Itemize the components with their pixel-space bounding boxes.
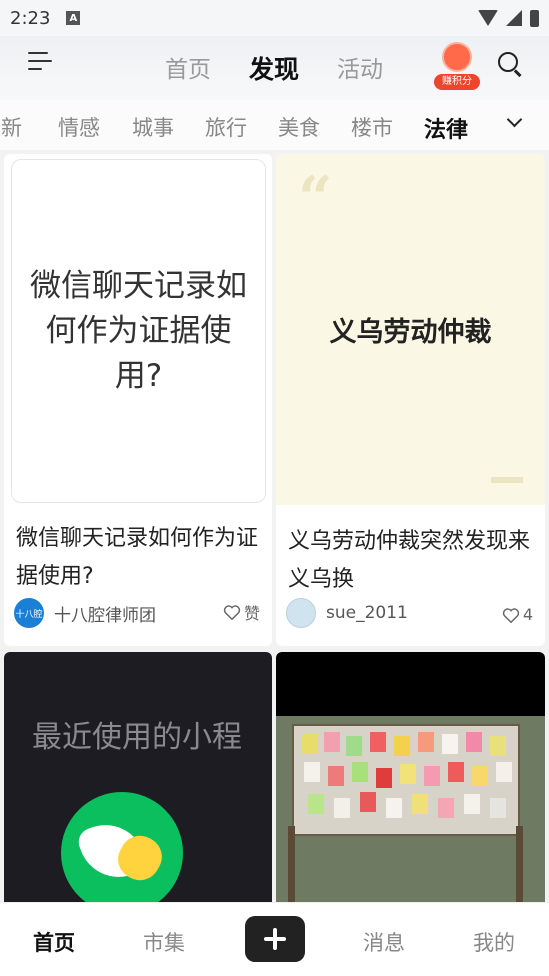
earn-points-button[interactable]: 赚积分 (434, 42, 480, 90)
tab-home[interactable]: 首页 (165, 50, 211, 84)
author-name: 十八腔律师团 (54, 605, 156, 626)
card-title: 义乌劳动仲裁突然发现来义乌换 (288, 529, 531, 592)
earn-points-label: 赚积分 (434, 74, 480, 90)
create-post-button[interactable] (245, 916, 305, 962)
cover-text: 义乌劳动仲裁 (329, 317, 492, 348)
feed-card[interactable]: 微信聊天记录如何作为证据使用? 微信聊天记录如何作为证据使用? 十八腔 十八腔律… (4, 154, 272, 646)
card-cover: “ 义乌劳动仲裁 (276, 154, 545, 505)
author-name: sue_2011 (326, 603, 408, 623)
nav-home[interactable]: 首页 (33, 927, 75, 957)
tab-activity[interactable]: 活动 (337, 50, 383, 84)
like-count: 赞 (243, 604, 260, 623)
top-nav: 首页 发现 活动 赚积分 (0, 36, 549, 100)
quote-mark-icon: “ (298, 164, 333, 234)
card-cover: 微信聊天记录如何作为证据使用? (11, 159, 266, 503)
status-bar: 2:23 A (0, 0, 549, 36)
expand-categories-button[interactable] (493, 100, 549, 150)
notice-board-photo (276, 716, 545, 902)
notification-a-icon: A (66, 11, 81, 25)
heart-icon (502, 607, 520, 623)
bottom-nav: 首页 市集 消息 我的 (0, 902, 549, 976)
feed-card[interactable]: 最近使用的小程 (4, 652, 272, 902)
signal-icon (506, 10, 522, 26)
category-law[interactable]: 法律 (424, 112, 468, 144)
feed-card[interactable] (276, 652, 545, 902)
miniprogram-logo-icon (61, 792, 183, 902)
category-food[interactable]: 美食 (278, 112, 320, 142)
like-count: 4 (522, 605, 533, 624)
category-travel[interactable]: 旅行 (205, 112, 247, 142)
status-time: 2:23 (10, 7, 51, 29)
search-icon[interactable] (498, 52, 524, 78)
category-tabs: 最新 情感 城事 旅行 美食 楼市 法律 (0, 100, 549, 150)
nav-market[interactable]: 市集 (143, 927, 185, 957)
category-property[interactable]: 楼市 (351, 112, 393, 142)
chevron-down-icon (506, 111, 523, 128)
mascot-icon (442, 42, 472, 72)
card-author[interactable]: 十八腔 十八腔律师团 (14, 598, 156, 628)
category-city[interactable]: 城事 (132, 112, 174, 142)
avatar: 十八腔 (14, 598, 44, 628)
card-title: 微信聊天记录如何作为证据使用? (16, 526, 259, 589)
category-emotion[interactable]: 情感 (58, 112, 100, 142)
feed: 微信聊天记录如何作为证据使用? 微信聊天记录如何作为证据使用? 十八腔 十八腔律… (0, 150, 549, 902)
category-latest[interactable]: 最新 (0, 112, 22, 142)
like-button[interactable]: 4 (502, 605, 533, 624)
battery-icon (530, 9, 539, 27)
nav-messages[interactable]: 消息 (363, 927, 405, 957)
avatar (286, 598, 316, 628)
feed-card[interactable]: “ 义乌劳动仲裁 义乌劳动仲裁突然发现来义乌换 sue_2011 4 (276, 154, 545, 646)
cover-text: 最近使用的小程 (32, 720, 242, 755)
nav-profile[interactable]: 我的 (473, 927, 515, 957)
wifi-icon (478, 10, 498, 26)
tab-discover[interactable]: 发现 (249, 50, 299, 86)
heart-icon (223, 604, 241, 621)
card-author[interactable]: sue_2011 (286, 598, 408, 628)
like-button[interactable]: 赞 (223, 600, 260, 624)
